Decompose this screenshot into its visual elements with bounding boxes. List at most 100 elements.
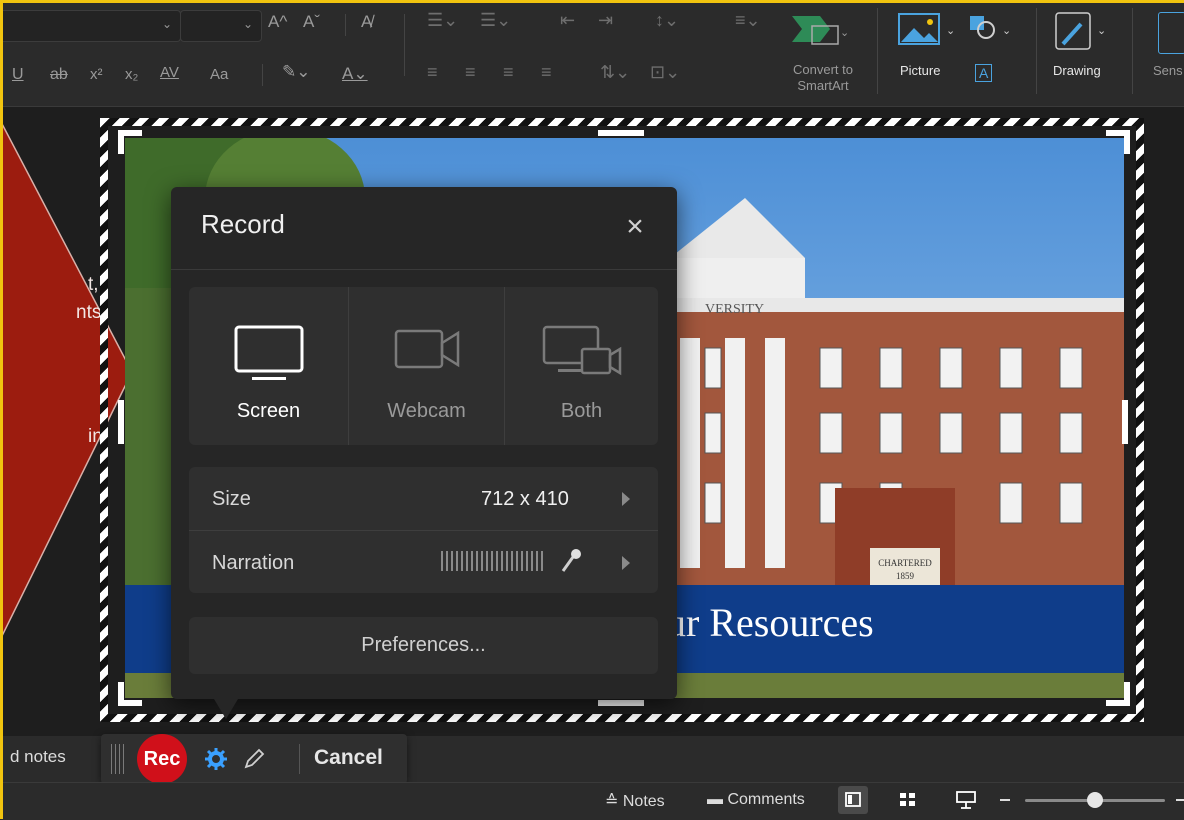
monitor-camera-icon — [542, 325, 621, 376]
panel-title: Record — [201, 209, 285, 239]
grow-font-button[interactable]: A^ — [268, 12, 287, 32]
record-settings-group: Size 712 x 410 Narration — [189, 467, 658, 593]
plaque-text-2: 1859 — [896, 571, 915, 581]
resize-handle-bl-v[interactable] — [118, 682, 124, 706]
notes-button[interactable]: ≙ Notes — [605, 791, 665, 811]
align-text-icon[interactable]: ⊡⌄ — [650, 62, 680, 83]
record-mode-group: Screen Webcam Both — [189, 287, 658, 445]
grid-view-icon[interactable] — [898, 791, 918, 809]
presenter-view-icon[interactable] — [955, 790, 977, 810]
chevron-down-icon: ⌄ — [161, 17, 172, 31]
record-button[interactable]: Rec — [137, 734, 187, 784]
highlight-color-icon[interactable]: ✎⌄ — [282, 62, 311, 82]
gear-icon[interactable] — [204, 747, 228, 771]
divider — [171, 269, 677, 270]
resize-handle-tr-v[interactable] — [1124, 130, 1130, 154]
clear-format-icon[interactable]: A̸ — [361, 12, 372, 32]
callout-text-1: t, — [88, 274, 99, 295]
divider — [299, 744, 300, 774]
convert-smartart-button[interactable]: Convert to SmartArt — [778, 62, 868, 94]
normal-view-button[interactable] — [838, 786, 868, 814]
size-label: Size — [212, 488, 251, 510]
status-bar: ≙ Notes ▬ Comments — [0, 782, 1184, 820]
subscript-button[interactable]: x₂ — [125, 66, 138, 83]
resize-handle-left[interactable] — [118, 400, 124, 444]
notes-placeholder-text[interactable]: d notes — [10, 747, 66, 767]
change-case-button[interactable]: Aa — [210, 66, 228, 83]
align-left-icon[interactable]: ≡ — [427, 62, 438, 83]
smartart-icon[interactable]: ⌄ — [790, 12, 850, 46]
resize-handle-top[interactable] — [598, 130, 644, 136]
line-spacing-icon[interactable]: ↕⌄ — [655, 10, 679, 31]
strikethrough-button[interactable]: ab — [50, 66, 68, 84]
panel-pointer — [214, 699, 238, 719]
picture-button[interactable]: Picture — [900, 63, 940, 78]
divider — [877, 8, 878, 94]
recording-toolbar: Rec Cancel — [101, 734, 407, 784]
record-panel: Record × Screen Webcam Both Size 712 x 4… — [171, 187, 677, 699]
narration-label: Narration — [212, 552, 295, 574]
chevron-right-icon — [622, 556, 630, 570]
increase-indent-icon[interactable]: ⇥ — [598, 10, 613, 31]
divider — [404, 14, 405, 76]
divider — [262, 64, 263, 86]
resize-handle-tl-v[interactable] — [118, 130, 124, 154]
drag-handle[interactable] — [111, 744, 125, 774]
font-size-dropdown[interactable]: ⌄ — [180, 10, 262, 42]
zoom-in-icon[interactable] — [1176, 799, 1184, 801]
preferences-button[interactable]: Preferences... — [189, 617, 658, 674]
svg-text:⌄: ⌄ — [840, 27, 849, 39]
close-icon[interactable]: × — [619, 211, 651, 243]
textbox-icon[interactable]: A — [975, 64, 993, 82]
zoom-out-icon[interactable] — [1000, 799, 1010, 801]
mode-screen-button[interactable]: Screen — [189, 287, 348, 445]
comment-icon: ▬ — [707, 791, 723, 808]
numbering-icon[interactable]: ☰⌄ — [480, 10, 511, 31]
callout-text-2: nts — [76, 302, 102, 323]
resize-handle-right[interactable] — [1122, 400, 1128, 444]
sensitivity-button[interactable]: Sens — [1153, 63, 1183, 78]
chevron-right-icon — [622, 492, 630, 506]
svg-text:⌄: ⌄ — [946, 25, 955, 37]
resize-handle-br-v[interactable] — [1124, 682, 1130, 706]
plaque-text-1: CHARTERED — [878, 558, 932, 568]
building-sign-text: VERSITY — [705, 302, 764, 317]
mode-webcam-button[interactable]: Webcam — [349, 287, 504, 445]
size-value: 712 x 410 — [481, 488, 569, 510]
camera-icon — [394, 329, 459, 369]
underline-button[interactable]: U — [12, 66, 24, 84]
size-row[interactable]: Size 712 x 410 — [189, 467, 658, 530]
narration-row[interactable]: Narration — [189, 531, 658, 594]
shrink-font-button[interactable]: Aˇ — [303, 12, 320, 32]
monitor-icon — [234, 325, 303, 380]
align-right-icon[interactable]: ≡ — [503, 62, 514, 83]
decrease-indent-icon[interactable]: ⇤ — [560, 10, 575, 31]
mode-label: Both — [560, 400, 603, 422]
divider — [1132, 8, 1133, 94]
character-spacing-button[interactable]: AV — [160, 64, 179, 81]
bullets-icon[interactable]: ☰⌄ — [427, 10, 458, 31]
mode-both-button[interactable]: Both — [505, 287, 658, 445]
resize-handle-bottom[interactable] — [598, 700, 644, 706]
mode-label: Webcam — [387, 400, 466, 422]
align-center-icon[interactable]: ≡ — [465, 62, 476, 83]
text-direction-icon[interactable]: ⇅⌄ — [600, 62, 630, 83]
cancel-button[interactable]: Cancel — [314, 746, 383, 770]
convert-label-2: SmartArt — [797, 78, 849, 93]
zoom-slider-thumb[interactable] — [1087, 792, 1103, 808]
divider — [1036, 8, 1037, 94]
drawing-button[interactable]: Drawing — [1053, 63, 1101, 78]
font-name-dropdown[interactable]: ⌄ — [0, 10, 181, 42]
shapes-icon[interactable]: ⌄ — [968, 12, 1018, 46]
slide-title-text: ur Resources — [666, 600, 874, 645]
superscript-button[interactable]: x² — [90, 66, 103, 83]
picture-icon[interactable]: ⌄ — [898, 12, 960, 46]
columns-icon[interactable]: ≡⌄ — [735, 10, 761, 31]
divider — [345, 14, 346, 36]
comments-button[interactable]: ▬ Comments — [707, 791, 805, 809]
pencil-icon[interactable] — [242, 747, 266, 771]
justify-icon[interactable]: ≡ — [541, 62, 552, 83]
sensitivity-icon[interactable] — [1158, 12, 1184, 54]
drawing-icon[interactable]: ⌄ — [1055, 12, 1115, 52]
font-color-icon[interactable]: A⌄ — [342, 64, 368, 84]
